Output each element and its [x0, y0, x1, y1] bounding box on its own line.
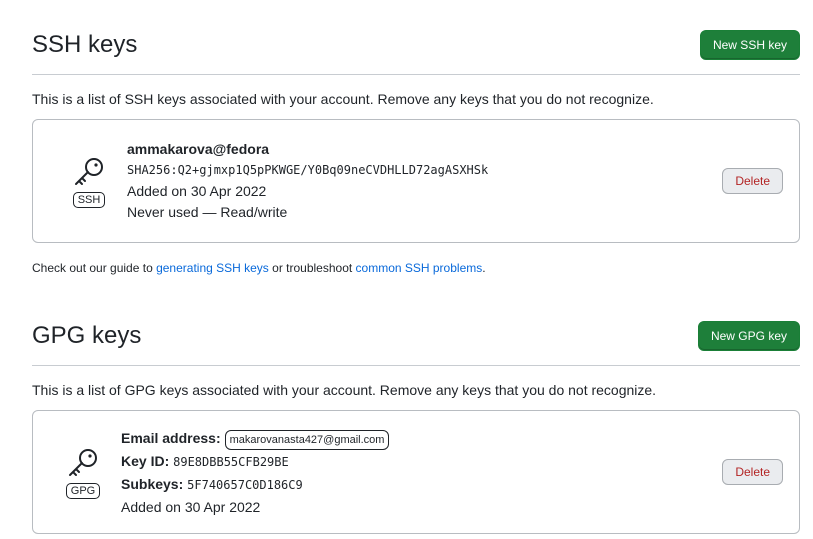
gpg-keys-header: GPG keys New GPG key: [32, 317, 800, 366]
gpg-subkeys-value: 5F740657C0D186C9: [187, 477, 303, 492]
guide-suffix: .: [482, 261, 486, 275]
gpg-email-row: Email address: makarovanasta427@gmail.com: [121, 427, 390, 450]
gpg-keyid-row: Key ID: 89E8DBB55CFB29BE: [121, 450, 389, 473]
common-ssh-problems-link[interactable]: common SSH problems: [356, 261, 483, 275]
gpg-key-item: GPG Email address: makarovanasta427@gmail…: [32, 410, 800, 534]
ssh-key-item: SSH ammakarova@fedora SHA256:Q2+gjmxp1Q5…: [32, 119, 800, 243]
delete-ssh-key-button[interactable]: Delete: [722, 168, 783, 194]
ssh-key-name: ammakarova@fedora: [127, 141, 270, 157]
ssh-keys-header: SSH keys New SSH key: [32, 26, 800, 75]
gpg-key-icon-col: GPG: [55, 445, 111, 499]
ssh-key-added: Added on 30 Apr 2022: [127, 183, 267, 199]
key-icon: [75, 158, 103, 185]
ssh-key-info: ammakarova@fedora SHA256:Q2+gjmxp1Q5pPKW…: [127, 139, 488, 223]
gpg-label-badge: GPG: [65, 483, 101, 499]
gpg-keyid-value: 89E8DBB55CFB29BE: [173, 454, 289, 469]
key-icon: [69, 449, 97, 476]
ssh-key-icon-col: SSH: [61, 154, 117, 208]
gpg-keyid-label: Key ID:: [121, 452, 170, 469]
gpg-email-label: Email address:: [121, 429, 221, 446]
ssh-keys-intro: This is a list of SSH keys associated wi…: [32, 91, 654, 107]
gpg-subkeys-label: Subkeys:: [121, 475, 184, 492]
ssh-key-fingerprint: SHA256:Q2+gjmxp1Q5pPKWGE/Y0Bq09neCVDHLLD…: [127, 163, 489, 177]
delete-gpg-key-button[interactable]: Delete: [722, 459, 783, 485]
ssh-key-usage: Never used — Read/write: [127, 204, 288, 220]
gpg-keys-intro: This is a list of GPG keys associated wi…: [32, 382, 657, 398]
new-gpg-key-button[interactable]: New GPG key: [697, 321, 800, 351]
ssh-label-badge: SSH: [72, 192, 106, 208]
gpg-key-added: Added on 30 Apr 2022: [121, 498, 261, 515]
new-ssh-key-button[interactable]: New SSH key: [699, 30, 800, 60]
gpg-keys-title: GPG keys: [32, 322, 142, 349]
guide-prefix: Check out our guide to: [32, 261, 157, 275]
generating-ssh-keys-link[interactable]: generating SSH keys: [156, 261, 269, 275]
guide-middle: or troubleshoot: [268, 261, 356, 275]
gpg-key-info: Email address: makarovanasta427@gmail.com…: [121, 427, 390, 518]
ssh-keys-title: SSH keys: [32, 31, 138, 58]
gpg-subkeys-row: Subkeys: 5F740657C0D186C9: [121, 473, 389, 496]
ssh-guide-text: Check out our guide to generating SSH ke…: [32, 261, 800, 275]
ssh-keys-section: SSH keys New SSH key This is a list of S…: [32, 26, 800, 275]
gpg-keys-section: GPG keys New GPG key This is a list of G…: [32, 317, 800, 534]
gpg-email-value: makarovanasta427@gmail.com: [224, 429, 390, 450]
